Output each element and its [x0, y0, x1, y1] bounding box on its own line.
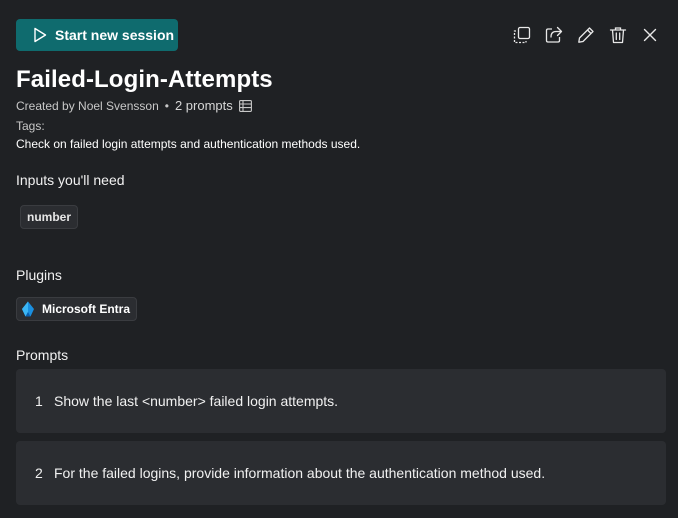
promptbook-panel: Start new session Failed-Login-Attempts …: [0, 0, 678, 518]
tags-label: Tags:: [16, 119, 45, 133]
prompt-list-icon[interactable]: [238, 99, 252, 112]
start-new-session-button[interactable]: Start new session: [16, 19, 178, 51]
prompt-item[interactable]: 1 Show the last <number> failed login at…: [16, 369, 666, 433]
inputs-heading: Inputs you'll need: [16, 172, 125, 188]
promptbook-meta: Created by Noel Svensson • 2 prompts: [16, 98, 252, 113]
play-icon: [33, 27, 47, 43]
created-by-text: Created by Noel Svensson: [16, 98, 159, 113]
duplicate-icon[interactable]: [512, 24, 532, 46]
edit-icon[interactable]: [576, 24, 596, 46]
action-toolbar: [512, 24, 660, 46]
promptbook-title: Failed-Login-Attempts: [16, 66, 273, 93]
plugins-heading: Plugins: [16, 267, 62, 283]
input-chip-number: number: [20, 205, 79, 229]
delete-icon[interactable]: [608, 24, 628, 46]
prompt-number: 2: [35, 465, 43, 481]
plugin-label: Microsoft Entra: [42, 302, 131, 316]
close-icon[interactable]: [640, 24, 660, 46]
prompt-text: Show the last <number> failed login atte…: [54, 393, 339, 409]
plugin-microsoft-entra[interactable]: Microsoft Entra: [16, 297, 138, 321]
prompt-text: For the failed logins, provide informati…: [54, 465, 546, 481]
share-icon[interactable]: [544, 24, 564, 46]
meta-separator: •: [164, 98, 169, 113]
prompt-item[interactable]: 2 For the failed logins, provide informa…: [16, 441, 666, 505]
promptbook-description: Check on failed login attempts and authe…: [16, 137, 361, 151]
prompt-number: 1: [35, 393, 43, 409]
prompt-count: 2 prompts: [174, 98, 233, 113]
prompts-heading: Prompts: [16, 347, 69, 363]
start-new-session-label: Start new session: [55, 27, 175, 43]
microsoft-entra-icon: [21, 301, 35, 317]
